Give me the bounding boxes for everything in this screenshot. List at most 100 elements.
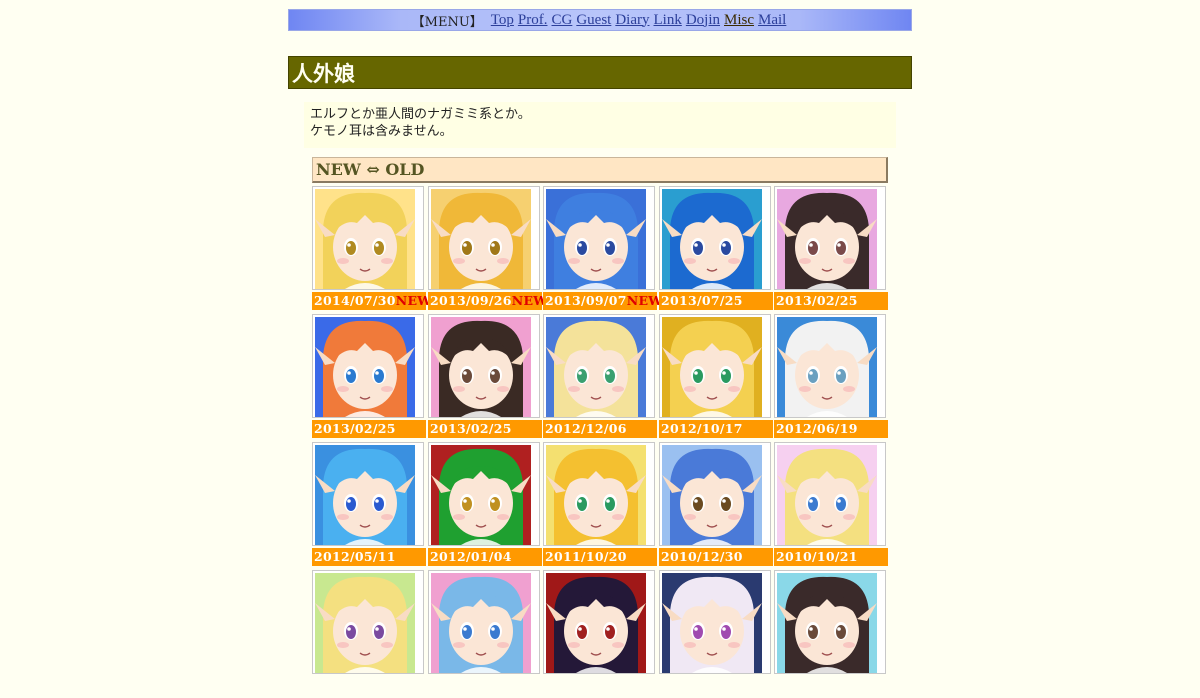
character-thumbnail-image [431,317,531,417]
thumbnail-link[interactable] [428,186,540,290]
gallery-item[interactable] [428,570,540,698]
character-thumbnail-image [431,445,531,545]
date-text: 2014/07/30 [314,293,396,308]
date-label: 2013/09/07NEW [543,292,662,310]
gallery-item[interactable]: 2011/10/20 [543,442,657,570]
gallery-item[interactable] [543,570,655,698]
thumbnail-link[interactable] [659,442,771,546]
thumbnail-link[interactable] [774,442,886,546]
thumbnail-link[interactable] [543,442,655,546]
gallery-item[interactable]: 2012/10/17 [659,314,773,442]
date-label: 2010/12/30 [659,548,773,566]
thumbnail-link[interactable] [428,570,540,674]
menu-label: 【MENU】 [411,14,483,30]
thumbnail-link[interactable] [543,570,655,674]
gallery-item[interactable] [659,570,771,698]
gallery-item[interactable]: 2013/02/25 [428,314,542,442]
menu-link-mail[interactable]: Mail [758,12,786,29]
date-text: 2012/10/17 [661,421,743,436]
character-thumbnail-image [662,445,762,545]
description-line: ケモノ耳は含みません。 [310,124,453,139]
character-thumbnail-image [777,445,877,545]
new-badge: NEW [626,293,663,308]
date-text: 2013/09/26 [430,293,512,308]
menu-link-guest[interactable]: Guest [576,12,611,29]
character-thumbnail-image [315,189,415,289]
thumbnail-link[interactable] [312,570,424,674]
menu-link-dojin[interactable]: Dojin [686,12,720,29]
top-menu-bar: 【MENU】 Top Prof. CG Guest Diary Link Doj… [288,9,912,31]
description-line: エルフとか亜人間のナガミミ系とか。 [310,107,531,122]
thumbnail-link[interactable] [543,314,655,418]
character-thumbnail-image [431,573,531,673]
gallery-item[interactable]: 2012/06/19 [774,314,888,442]
character-thumbnail-image [546,317,646,417]
date-text: 2013/02/25 [776,293,858,308]
gallery-item[interactable]: 2013/02/25 [774,186,888,314]
character-thumbnail-image [662,189,762,289]
date-text: 2012/12/06 [545,421,627,436]
thumbnail-link[interactable] [428,314,540,418]
menu-link-top[interactable]: Top [491,12,514,29]
gallery-sort-header: NEW ⇔ OLD [312,157,888,183]
menu-link-diary[interactable]: Diary [615,12,649,29]
character-thumbnail-image [315,445,415,545]
gallery-item[interactable]: 2012/01/04 [428,442,542,570]
character-thumbnail-image [777,573,877,673]
date-label: 2012/06/19 [774,420,888,438]
page-title: 人外娘 [288,56,912,89]
date-label: 2013/02/25 [428,420,542,438]
thumbnail-link[interactable] [312,442,424,546]
gallery-item[interactable]: 2012/12/06 [543,314,657,442]
menu-link-misc[interactable]: Misc [724,12,754,29]
date-text: 2013/02/25 [430,421,512,436]
date-text: 2013/09/07 [545,293,627,308]
gallery-item[interactable] [774,570,886,698]
thumbnail-link[interactable] [312,314,424,418]
thumbnail-link[interactable] [774,570,886,674]
menu-link-prof[interactable]: Prof. [518,12,548,29]
date-label: 2013/02/25 [312,420,426,438]
date-text: 2010/10/21 [776,549,858,564]
thumbnail-link[interactable] [774,186,886,290]
gallery-item[interactable]: 2010/12/30 [659,442,773,570]
character-thumbnail-image [662,573,762,673]
thumbnail-link[interactable] [428,442,540,546]
gallery-item[interactable]: 2014/07/30NEW [312,186,431,314]
character-thumbnail-image [431,189,531,289]
character-thumbnail-image [546,573,646,673]
date-label: 2012/10/17 [659,420,773,438]
gallery-item[interactable]: 2010/10/21 [774,442,888,570]
gallery-item[interactable]: 2013/09/26NEW [428,186,547,314]
date-text: 2012/06/19 [776,421,858,436]
gallery-item[interactable] [312,570,424,698]
gallery-item[interactable]: 2013/09/07NEW [543,186,662,314]
date-label: 2013/02/25 [774,292,888,310]
thumbnail-link[interactable] [659,314,771,418]
menu-link-link[interactable]: Link [654,12,682,29]
menu-link-cg[interactable]: CG [552,12,573,29]
thumbnail-link[interactable] [312,186,424,290]
date-text: 2013/02/25 [314,421,396,436]
thumbnail-link[interactable] [659,186,771,290]
page-description: エルフとか亜人間のナガミミ系とか。 ケモノ耳は含みません。 [304,102,896,148]
date-text: 2012/05/11 [314,549,396,564]
date-label: 2012/12/06 [543,420,657,438]
date-label: 2012/01/04 [428,548,542,566]
date-text: 2012/01/04 [430,549,512,564]
gallery-item[interactable]: 2013/07/25 [659,186,773,314]
date-label: 2012/05/11 [312,548,426,566]
character-thumbnail-image [777,317,877,417]
date-text: 2010/12/30 [661,549,743,564]
thumbnail-link[interactable] [659,570,771,674]
gallery-item[interactable]: 2012/05/11 [312,442,426,570]
thumbnail-link[interactable] [774,314,886,418]
new-badge: NEW [395,293,432,308]
character-thumbnail-image [777,189,877,289]
gallery-item[interactable]: 2013/02/25 [312,314,426,442]
character-thumbnail-image [546,189,646,289]
thumbnail-link[interactable] [543,186,655,290]
date-text: 2011/10/20 [545,549,627,564]
character-thumbnail-image [546,445,646,545]
date-label: 2014/07/30NEW [312,292,431,310]
